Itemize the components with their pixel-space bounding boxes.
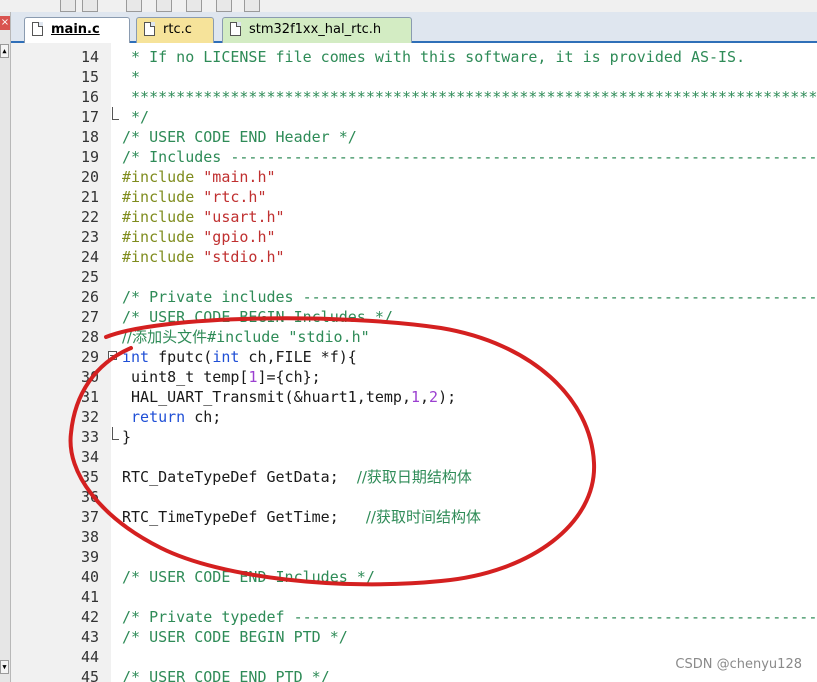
toolbar bbox=[0, 0, 817, 12]
toolbar-button[interactable] bbox=[186, 0, 202, 12]
file-tab-bar: main.c rtc.c stm32f1xx_hal_rtc.h bbox=[11, 12, 817, 43]
code-editor[interactable]: 14 * If no LICENSE file comes with this … bbox=[11, 43, 817, 682]
tab-rtc-c[interactable]: rtc.c bbox=[136, 17, 214, 43]
red-circle-annotation-stroke bbox=[68, 316, 597, 587]
toolbar-button[interactable] bbox=[82, 0, 98, 12]
toolbar-button[interactable] bbox=[244, 0, 260, 12]
close-icon[interactable]: × bbox=[0, 16, 10, 30]
red-circle-annotation bbox=[68, 316, 597, 587]
project-panel-edge bbox=[0, 12, 11, 682]
watermark: CSDN @chenyu128 bbox=[675, 657, 802, 672]
file-icon bbox=[144, 22, 155, 36]
scroll-up-arrow-icon[interactable]: ▲ bbox=[0, 44, 9, 58]
scroll-down-arrow-icon[interactable]: ▼ bbox=[0, 660, 9, 674]
toolbar-button[interactable] bbox=[156, 0, 172, 12]
tab-label: main.c bbox=[51, 22, 100, 37]
toolbar-button[interactable] bbox=[216, 0, 232, 12]
tab-label: rtc.c bbox=[163, 22, 192, 37]
tab-stm32f1xx-hal-rtc-h[interactable]: stm32f1xx_hal_rtc.h bbox=[222, 17, 412, 43]
toolbar-button[interactable] bbox=[126, 0, 142, 12]
toolbar-button[interactable] bbox=[60, 0, 76, 12]
tab-main-c[interactable]: main.c bbox=[24, 17, 130, 43]
file-icon bbox=[32, 22, 43, 36]
file-icon bbox=[230, 22, 241, 36]
tab-label: stm32f1xx_hal_rtc.h bbox=[249, 22, 382, 37]
